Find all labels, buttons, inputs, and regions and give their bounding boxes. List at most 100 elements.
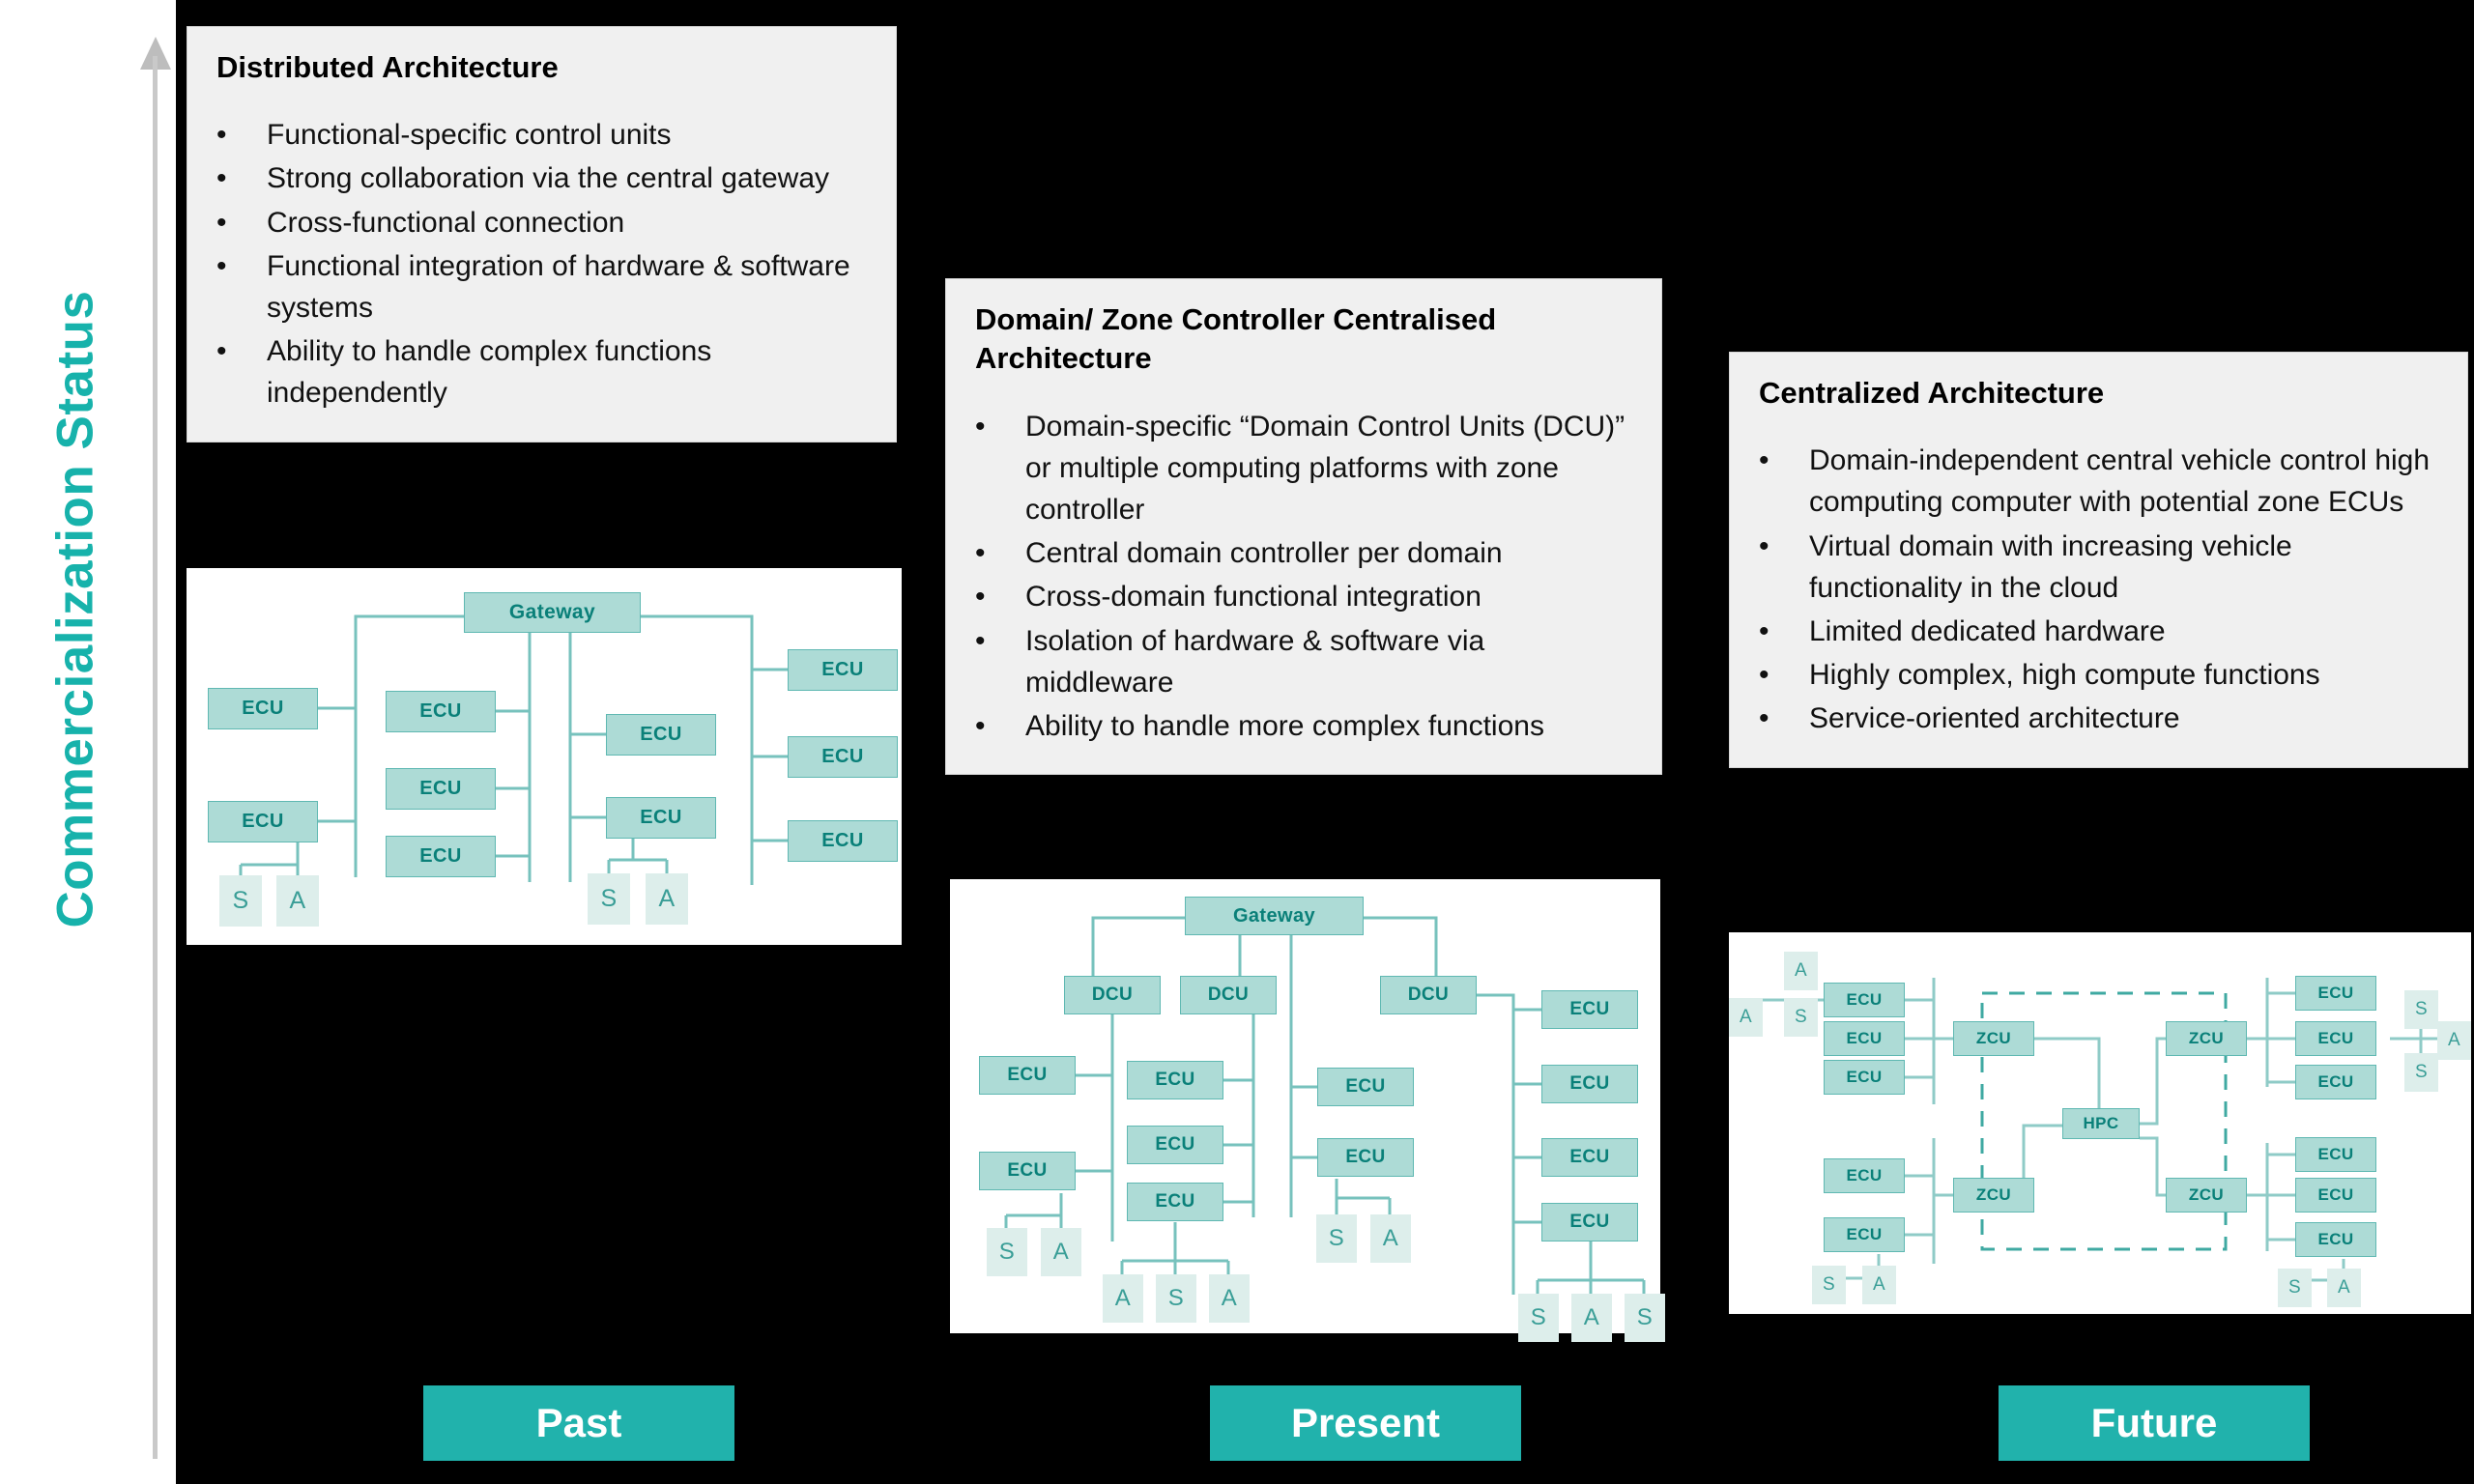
node-zcu: ZCU: [1953, 1178, 2034, 1213]
node-sensor: S: [1316, 1214, 1357, 1263]
bullet-icon: •: [216, 335, 227, 368]
era-chip-future[interactable]: Future: [1999, 1385, 2310, 1461]
diagram-past-distributed: Gateway ECU ECU ECU ECU ECU ECU ECU ECU …: [187, 568, 902, 945]
axis-line: [153, 56, 158, 1459]
card-bullet-list: • Domain-specific “Domain Control Units (…: [975, 406, 1632, 748]
bullet-text: Domain-independent central vehicle contr…: [1809, 444, 2431, 519]
node-sensor: S: [1518, 1294, 1559, 1342]
node-ecu: ECU: [2295, 1222, 2376, 1257]
bullet-text: Central domain controller per domain: [1025, 537, 1503, 570]
card-bullet-list: • Functional-specific control units • Stro…: [216, 114, 867, 414]
bullet-icon: •: [975, 410, 986, 442]
node-ecu: ECU: [1541, 1065, 1638, 1103]
era-chip-present[interactable]: Present: [1210, 1385, 1521, 1461]
node-gateway: Gateway: [464, 592, 641, 633]
list-item: • Cross-functional connection: [216, 202, 867, 243]
commercialization-axis: [135, 19, 178, 1459]
bullet-icon: •: [216, 119, 227, 152]
bullet-icon: •: [975, 624, 986, 657]
card-domain-zone-controller-architecture: Domain/ Zone Controller Centralised Arch…: [945, 278, 1662, 776]
node-gateway: Gateway: [1185, 897, 1364, 935]
diagram-future-centralized: HPC ZCU ZCU ZCU ZCU ECU ECU ECU ECU ECU …: [1729, 932, 2471, 1314]
list-item: • Highly complex, high compute functions: [1759, 654, 2438, 696]
bullet-text: Virtual domain with increasing vehicle f…: [1809, 529, 2292, 604]
node-ecu: ECU: [1317, 1138, 1414, 1177]
node-sensor: S: [1812, 1266, 1846, 1304]
list-item: • Ability to handle complex functions ind…: [216, 330, 867, 414]
node-sensor: S: [2278, 1269, 2312, 1307]
node-actuator: A: [1103, 1274, 1143, 1323]
node-ecu: ECU: [1541, 1138, 1638, 1177]
bullet-icon: •: [1759, 702, 1769, 735]
node-zcu: ZCU: [2166, 1021, 2247, 1056]
node-sensor: S: [987, 1228, 1027, 1276]
list-item: • Central domain controller per domain: [975, 532, 1632, 574]
node-hpc: HPC: [2062, 1108, 2140, 1139]
card-bullet-list: • Domain-independent central vehicle cont…: [1759, 440, 2438, 739]
node-ecu: ECU: [2295, 1065, 2376, 1099]
card-title: Distributed Architecture: [216, 50, 559, 84]
bullet-icon: •: [216, 249, 227, 282]
node-ecu: ECU: [606, 797, 716, 839]
node-ecu: ECU: [1824, 1158, 1905, 1193]
node-ecu: ECU: [1127, 1183, 1223, 1221]
node-ecu: ECU: [386, 768, 496, 810]
node-ecu: ECU: [2295, 1021, 2376, 1056]
node-ecu: ECU: [1824, 983, 1905, 1017]
node-actuator: A: [2327, 1269, 2361, 1307]
era-chip-past[interactable]: Past: [423, 1385, 734, 1461]
card-centralized-architecture: Centralized Architecture • Domain-indepen…: [1729, 352, 2468, 768]
bullet-text: Domain-specific “Domain Control Units (D…: [1025, 410, 1625, 526]
node-actuator: A: [2437, 1021, 2471, 1060]
node-actuator: A: [646, 873, 688, 925]
node-sensor: S: [1156, 1274, 1196, 1323]
node-ecu: ECU: [1317, 1068, 1414, 1106]
bullet-icon: •: [975, 581, 986, 614]
axis-label: Commercialization Status: [46, 290, 104, 928]
node-actuator: A: [1784, 952, 1818, 990]
node-ecu: ECU: [1127, 1126, 1223, 1164]
node-ecu: ECU: [979, 1056, 1076, 1095]
node-ecu: ECU: [788, 736, 898, 778]
bullet-text: Cross-domain functional integration: [1025, 581, 1482, 614]
node-ecu: ECU: [2295, 1137, 2376, 1172]
node-ecu: ECU: [1127, 1061, 1223, 1099]
node-dcu: DCU: [1180, 976, 1277, 1014]
node-sensor: S: [2404, 990, 2438, 1029]
bullet-text: Isolation of hardware & software via mid…: [1025, 624, 1485, 699]
node-zcu: ZCU: [1953, 1021, 2034, 1056]
card-title: Centralized Architecture: [1759, 376, 2105, 410]
list-item: • Domain-specific “Domain Control Units (…: [975, 406, 1632, 531]
node-sensor: S: [219, 875, 262, 927]
bullet-icon: •: [216, 162, 227, 195]
node-ecu: ECU: [2295, 1178, 2376, 1213]
node-ecu: ECU: [979, 1152, 1076, 1190]
node-sensor: S: [1784, 998, 1818, 1037]
node-sensor: S: [2404, 1053, 2438, 1092]
node-ecu: ECU: [386, 836, 496, 877]
bullet-text: Ability to handle complex functions inde…: [267, 335, 712, 410]
node-ecu: ECU: [788, 649, 898, 691]
node-ecu: ECU: [1541, 990, 1638, 1029]
diagram-present-domain-zone: Gateway DCU DCU DCU ECU ECU ECU ECU ECU …: [950, 879, 1665, 1342]
node-ecu: ECU: [1824, 1217, 1905, 1252]
node-sensor: S: [588, 873, 630, 925]
bullet-icon: •: [975, 709, 986, 742]
node-actuator: A: [1729, 998, 1763, 1037]
bullet-icon: •: [975, 537, 986, 570]
node-ecu: ECU: [606, 714, 716, 756]
node-ecu: ECU: [2295, 976, 2376, 1011]
node-dcu: DCU: [1064, 976, 1161, 1014]
node-sensor: S: [1625, 1294, 1665, 1342]
node-ecu: ECU: [788, 820, 898, 862]
bullet-icon: •: [1759, 659, 1769, 692]
bullet-text: Functional-specific control units: [267, 119, 672, 152]
bullet-text: Strong collaboration via the central gat…: [267, 162, 830, 195]
card-title: Domain/ Zone Controller Centralised Arch…: [975, 302, 1497, 376]
node-ecu: ECU: [1824, 1021, 1905, 1056]
list-item: • Isolation of hardware & software via mi…: [975, 620, 1632, 703]
bullet-text: Functional integration of hardware & sof…: [267, 249, 850, 325]
bullet-text: Ability to handle more complex functions: [1025, 709, 1544, 742]
node-dcu: DCU: [1380, 976, 1477, 1014]
bullet-icon: •: [1759, 529, 1769, 562]
